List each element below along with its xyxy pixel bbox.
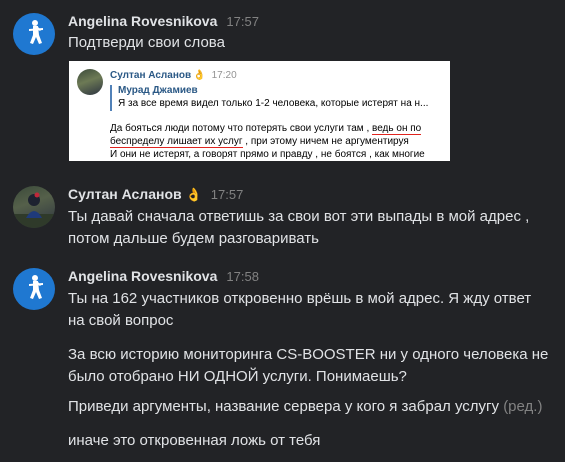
message-header: Angelina Rovesnikova 17:58 bbox=[68, 268, 259, 286]
soldier-silhouette-icon bbox=[29, 275, 43, 299]
author-name[interactable]: Angelina Rovesnikova bbox=[68, 268, 217, 284]
message-text: За всю историю мониторинга CS-BOOSTER ни… bbox=[68, 346, 549, 363]
underlined-text: беспределу лишает их услуг bbox=[110, 136, 243, 148]
quote-text: Я за все время видел только 1-2 человека… bbox=[118, 98, 429, 109]
edited-label[interactable]: (ред.) bbox=[503, 398, 542, 415]
message: Султан Асланов 👌 17:57 Ты давай сначала … bbox=[0, 186, 565, 256]
avatar[interactable] bbox=[13, 268, 55, 310]
message: Angelina Rovesnikova 17:58 Ты на 162 уча… bbox=[0, 268, 565, 462]
ok-hand-emoji: 👌 bbox=[193, 70, 206, 81]
timestamp[interactable]: 17:58 bbox=[226, 269, 259, 284]
author-name: Султан Асланов bbox=[110, 70, 192, 81]
screenshot-message-text: Да бояться люди потому что потерять свои… bbox=[110, 122, 425, 161]
underlined-text: ведь он по bbox=[372, 123, 422, 135]
timestamp: 17:20 bbox=[211, 70, 237, 81]
text-segment: Да бояться люди потому что потерять свои… bbox=[110, 123, 370, 134]
avatar[interactable] bbox=[13, 13, 55, 55]
message-text: на свой вопрос bbox=[68, 312, 174, 329]
message-text: Приведи аргументы, название сервера у ко… bbox=[68, 396, 542, 418]
author-name[interactable]: Султан Асланов bbox=[68, 186, 182, 202]
message-text: потом дальше будем разговаривать bbox=[68, 230, 319, 247]
avatar bbox=[77, 69, 103, 95]
reply-quote: Мурад Джамиев Я за все время видел тольк… bbox=[110, 85, 428, 111]
timestamp[interactable]: 17:57 bbox=[211, 187, 244, 202]
message-text: было отобрано НИ ОДНОЙ услуги. Понимаешь… bbox=[68, 368, 407, 385]
text-segment: Приведи аргументы, название сервера у ко… bbox=[68, 398, 500, 415]
message-text: Подтверди свои слова bbox=[68, 34, 225, 51]
text-segment: И они не истерят, а говорят прямо и прав… bbox=[110, 149, 425, 160]
author-name[interactable]: Angelina Rovesnikova bbox=[68, 13, 217, 29]
message-text: Ты давай сначала ответишь за свои вот эт… bbox=[68, 208, 530, 225]
message-text: Ты на 162 участников откровенно врёшь в … bbox=[68, 290, 532, 307]
message-header: Angelina Rovesnikova 17:57 bbox=[68, 13, 259, 31]
text-segment: , при этому ничем не аргументируя bbox=[245, 136, 409, 147]
avatar[interactable] bbox=[13, 186, 55, 228]
screenshot-header: Султан Асланов 👌 17:20 bbox=[110, 70, 237, 81]
quote-author: Мурад Джамиев bbox=[118, 85, 198, 96]
user-photo-icon bbox=[13, 192, 55, 228]
ok-hand-emoji: 👌 bbox=[185, 187, 202, 202]
attached-image[interactable]: Султан Асланов 👌 17:20 Мурад Джамиев Я за … bbox=[69, 61, 450, 161]
soldier-silhouette-icon bbox=[29, 20, 43, 44]
message-text: иначе это откровенная ложь от тебя bbox=[68, 432, 321, 449]
timestamp[interactable]: 17:57 bbox=[226, 14, 259, 29]
message-header: Султан Асланов 👌 17:57 bbox=[68, 186, 243, 204]
